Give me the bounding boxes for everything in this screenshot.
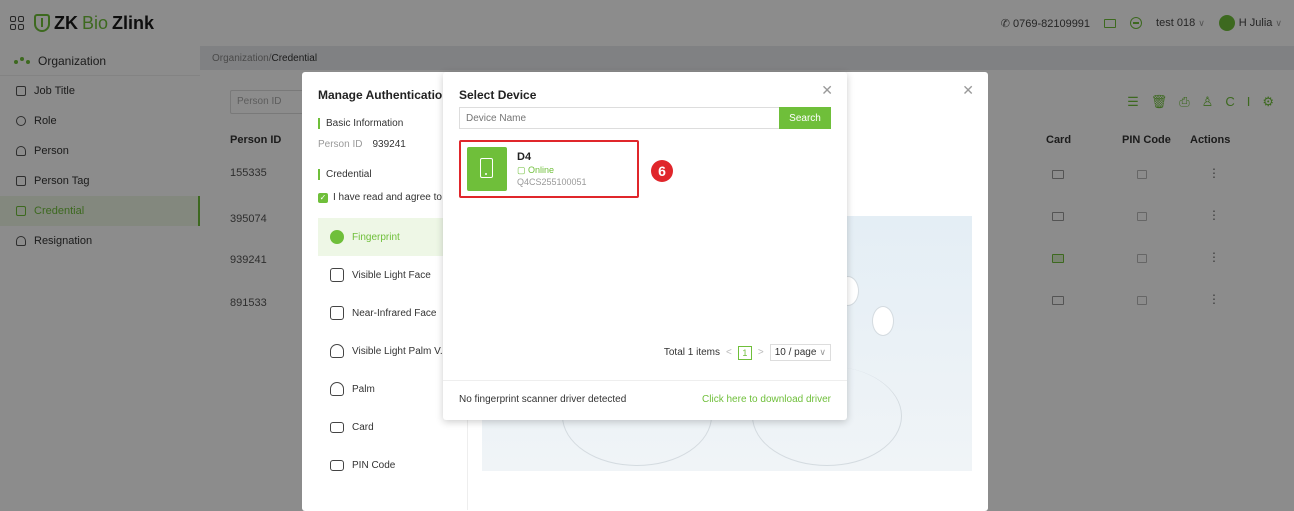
method-label: Fingerprint	[352, 231, 400, 243]
device-serial: Q4CS255100051	[517, 177, 587, 187]
device-name-search-input[interactable]	[459, 107, 779, 129]
page-size-select[interactable]: 10 / page ∨	[769, 344, 831, 361]
lock-icon	[330, 459, 344, 471]
agree-label: I have read and agree to	[333, 192, 442, 203]
prev-page-icon[interactable]: <	[726, 347, 732, 358]
step-number-badge: 6	[651, 160, 673, 182]
device-card[interactable]: D4 ▢ Online Q4CS255100051	[459, 140, 639, 198]
finger-outline	[872, 306, 894, 336]
palm-icon	[330, 382, 344, 396]
agree-checkbox[interactable]: ✓ I have read and agree to	[318, 192, 442, 203]
total-items: Total 1 items	[663, 347, 720, 358]
device-status: ▢ Online	[517, 165, 554, 176]
device-icon	[480, 158, 493, 178]
method-label: Visible Light Face	[352, 269, 431, 281]
driver-status-message: No fingerprint scanner driver detected	[459, 394, 627, 405]
next-page-icon[interactable]: >	[758, 347, 764, 358]
download-driver-link[interactable]: Click here to download driver	[702, 394, 831, 405]
page-number[interactable]: 1	[737, 345, 752, 360]
method-label: Card	[352, 421, 374, 433]
dialog-title: Select Device	[459, 88, 537, 102]
online-icon: ▢	[517, 165, 529, 175]
page-size-value: 10 / page	[774, 347, 817, 358]
method-label: Near-Infrared Face	[352, 307, 437, 319]
method-label: Visible Light Palm V...	[352, 345, 449, 357]
device-name: D4	[517, 151, 532, 163]
fingerprint-icon	[330, 230, 344, 244]
card-icon	[330, 421, 344, 433]
dialog-footer: No fingerprint scanner driver detected C…	[443, 380, 847, 420]
person-id-value: 939241	[372, 139, 406, 150]
checkbox-checked-icon: ✓	[318, 192, 328, 203]
person-id-field: Person ID 939241	[318, 139, 406, 150]
device-tile	[467, 147, 507, 191]
section-basic-information: Basic Information	[318, 118, 403, 129]
dialog-title: Manage Authentication	[318, 88, 450, 102]
device-status-label: Online	[528, 165, 555, 175]
face-scan-icon	[330, 268, 344, 282]
select-device-dialog: Select Device ✕ Search D4 ▢ Online Q4CS2…	[443, 72, 847, 420]
face-infrared-icon	[330, 306, 344, 320]
search-button[interactable]: Search	[779, 107, 831, 129]
method-label: Palm	[352, 383, 375, 395]
close-icon[interactable]: ✕	[821, 82, 833, 99]
close-icon[interactable]: ✕	[962, 82, 974, 99]
method-label: PIN Code	[352, 459, 396, 471]
pagination: Total 1 items < 1 > 10 / page ∨	[664, 344, 831, 361]
palm-vein-icon	[330, 344, 344, 358]
section-credential: Credential	[318, 169, 372, 180]
method-pin-code[interactable]: PIN Code	[318, 446, 467, 484]
person-id-label: Person ID	[318, 139, 363, 150]
chevron-down-icon: ∨	[819, 347, 826, 357]
